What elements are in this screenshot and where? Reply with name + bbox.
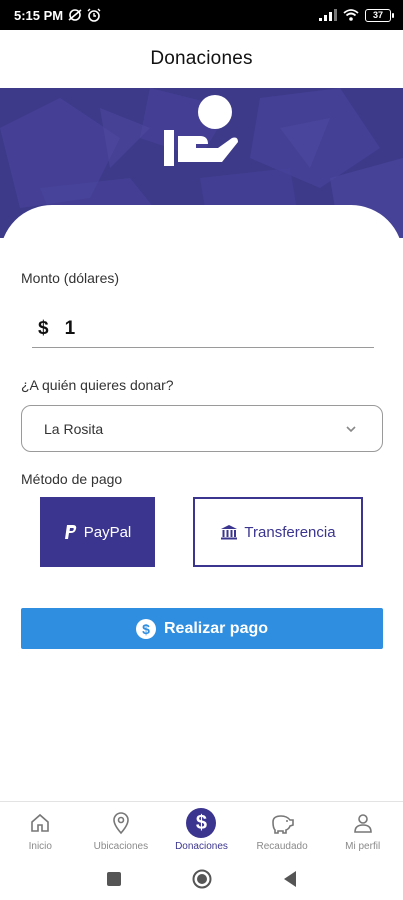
status-left: 5:15 PM	[14, 8, 101, 23]
app-header: Donaciones	[0, 30, 403, 88]
amount-value: 1	[64, 317, 76, 339]
nav-label-recaudado: Recaudado	[256, 841, 308, 852]
transfer-label: Transferencia	[244, 523, 336, 541]
payment-method-label: Método de pago	[21, 471, 123, 487]
submit-payment-button[interactable]: $ Realizar pago	[21, 608, 383, 649]
amount-label: Monto (dólares)	[21, 270, 120, 286]
nav-label-donaciones: Donaciones	[175, 841, 228, 852]
nav-item-recaudado[interactable]: Recaudado	[242, 802, 322, 852]
recipient-selected-value: La Rosita	[44, 420, 104, 437]
bank-icon	[221, 525, 238, 540]
home-icon	[31, 813, 50, 832]
back-icon[interactable]	[282, 870, 298, 888]
dollar-icon: $	[186, 808, 217, 838]
wifi-icon	[343, 9, 359, 21]
piggy-bank-icon	[272, 815, 294, 834]
signal-icon	[319, 9, 337, 21]
battery-level: 37	[372, 9, 383, 20]
nav-item-donaciones[interactable]: $ Donaciones	[161, 802, 241, 852]
status-time: 5:15 PM	[14, 7, 64, 23]
home-button-icon[interactable]	[192, 869, 212, 889]
paypal-button[interactable]: PayPal	[40, 497, 155, 567]
recipient-select[interactable]: La Rosita	[21, 405, 383, 452]
currency-symbol: $	[38, 317, 49, 339]
submit-label: Realizar pago	[163, 619, 269, 637]
alarm-icon	[87, 8, 101, 22]
system-nav-bar	[0, 857, 403, 900]
donation-hand-icon	[164, 95, 238, 166]
user-icon	[353, 814, 372, 833]
nav-label-ubicaciones: Ubicaciones	[93, 841, 149, 852]
battery-indicator: 37	[365, 8, 394, 22]
recents-icon[interactable]	[106, 871, 122, 887]
recipient-label: ¿A quién quieres donar?	[21, 377, 174, 393]
nav-item-ubicaciones[interactable]: Ubicaciones	[81, 802, 161, 852]
bottom-nav: Inicio Ubicaciones $ Donaciones Recaudad…	[0, 801, 403, 857]
nav-item-inicio[interactable]: Inicio	[0, 802, 80, 852]
nav-item-mi-perfil[interactable]: Mi perfil	[323, 802, 403, 852]
paypal-icon	[64, 525, 76, 539]
transfer-button[interactable]: Transferencia	[193, 497, 363, 567]
notification-icon	[68, 9, 82, 21]
chevron-down-icon	[346, 425, 356, 432]
nav-label-inicio: Inicio	[28, 841, 52, 852]
nav-label-mi-perfil: Mi perfil	[345, 841, 381, 852]
location-pin-icon	[113, 812, 129, 835]
page-title: Donaciones	[150, 48, 253, 69]
paypal-label: PayPal	[83, 523, 132, 541]
status-right: 37	[319, 8, 394, 22]
status-bar: 5:15 PM 37	[0, 0, 403, 30]
amount-input[interactable]: $ 1	[32, 310, 374, 348]
dollar-circle-icon: $	[135, 618, 156, 639]
